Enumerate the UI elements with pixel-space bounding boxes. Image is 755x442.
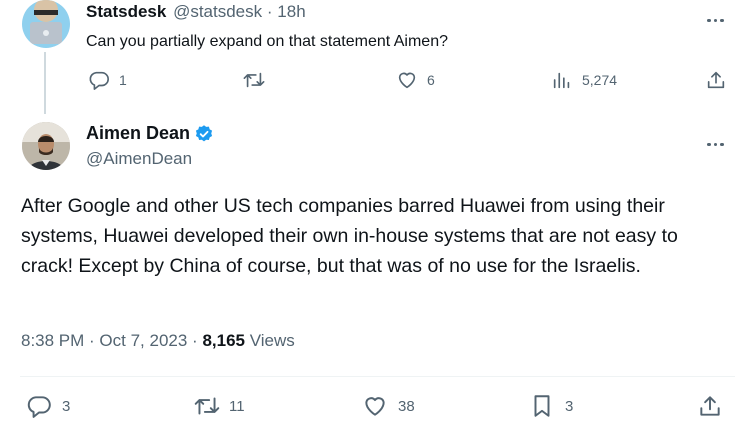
display-name[interactable]: Statsdesk bbox=[86, 2, 166, 21]
retweet-icon bbox=[243, 72, 265, 88]
main-tweet: Aimen Dean @AimenDean After Google and o… bbox=[0, 112, 755, 442]
tweet-text: Can you partially expand on that stateme… bbox=[86, 33, 448, 50]
reply-icon bbox=[27, 396, 51, 418]
like-count: 38 bbox=[398, 397, 415, 415]
retweet-icon bbox=[194, 397, 220, 415]
share-icon bbox=[700, 396, 720, 416]
reply-tweet[interactable]: Statsdesk @statsdesk · 18h Can you parti… bbox=[0, 0, 755, 114]
retweet-button[interactable] bbox=[242, 69, 266, 91]
more-icon[interactable] bbox=[707, 9, 729, 22]
more-icon[interactable] bbox=[707, 133, 729, 146]
thread-connector-line bbox=[44, 52, 46, 114]
reply-icon bbox=[89, 71, 109, 90]
views-icon bbox=[553, 72, 570, 89]
views-label: Views bbox=[249, 331, 295, 350]
divider bbox=[20, 376, 735, 377]
bookmark-icon bbox=[534, 395, 550, 417]
tweet-time[interactable]: 18h bbox=[277, 2, 305, 21]
share-button[interactable] bbox=[705, 69, 727, 91]
views-count: 8,165 bbox=[202, 331, 245, 350]
display-name[interactable]: Aimen Dean bbox=[86, 123, 190, 144]
handle[interactable]: @AimenDean bbox=[86, 149, 192, 169]
bookmark-button[interactable]: 3 bbox=[529, 393, 573, 419]
reply-count: 1 bbox=[119, 72, 127, 88]
bookmark-count: 3 bbox=[565, 397, 574, 415]
share-icon bbox=[707, 71, 725, 89]
retweet-button[interactable]: 11 bbox=[193, 393, 245, 419]
views-count: 5,274 bbox=[582, 72, 618, 88]
views-button[interactable]: 5,274 bbox=[551, 69, 617, 91]
tweet-text: After Google and other US tech companies… bbox=[21, 195, 678, 277]
like-icon bbox=[398, 72, 416, 89]
reply-count: 3 bbox=[62, 397, 71, 415]
retweet-count: 11 bbox=[229, 397, 245, 415]
like-button[interactable]: 6 bbox=[396, 69, 435, 91]
reply-button[interactable]: 3 bbox=[26, 393, 70, 419]
reply-header: Statsdesk @statsdesk · 18h bbox=[86, 2, 306, 22]
reply-button[interactable]: 1 bbox=[88, 69, 127, 91]
like-button[interactable]: 38 bbox=[362, 393, 415, 419]
handle[interactable]: @statsdesk bbox=[173, 2, 262, 21]
verified-badge-icon bbox=[195, 124, 213, 141]
like-icon bbox=[365, 397, 385, 416]
tweet-meta: 8:38 PM · Oct 7, 2023 · 8,165 Views bbox=[21, 331, 295, 351]
tweet-timestamp[interactable]: 8:38 PM · Oct 7, 2023 · bbox=[21, 331, 198, 350]
share-button[interactable] bbox=[697, 393, 723, 419]
like-count: 6 bbox=[427, 72, 435, 88]
avatar[interactable] bbox=[22, 122, 70, 170]
avatar[interactable] bbox=[22, 0, 70, 48]
author-name-row: Aimen Dean bbox=[86, 123, 214, 144]
separator: · bbox=[266, 2, 273, 21]
